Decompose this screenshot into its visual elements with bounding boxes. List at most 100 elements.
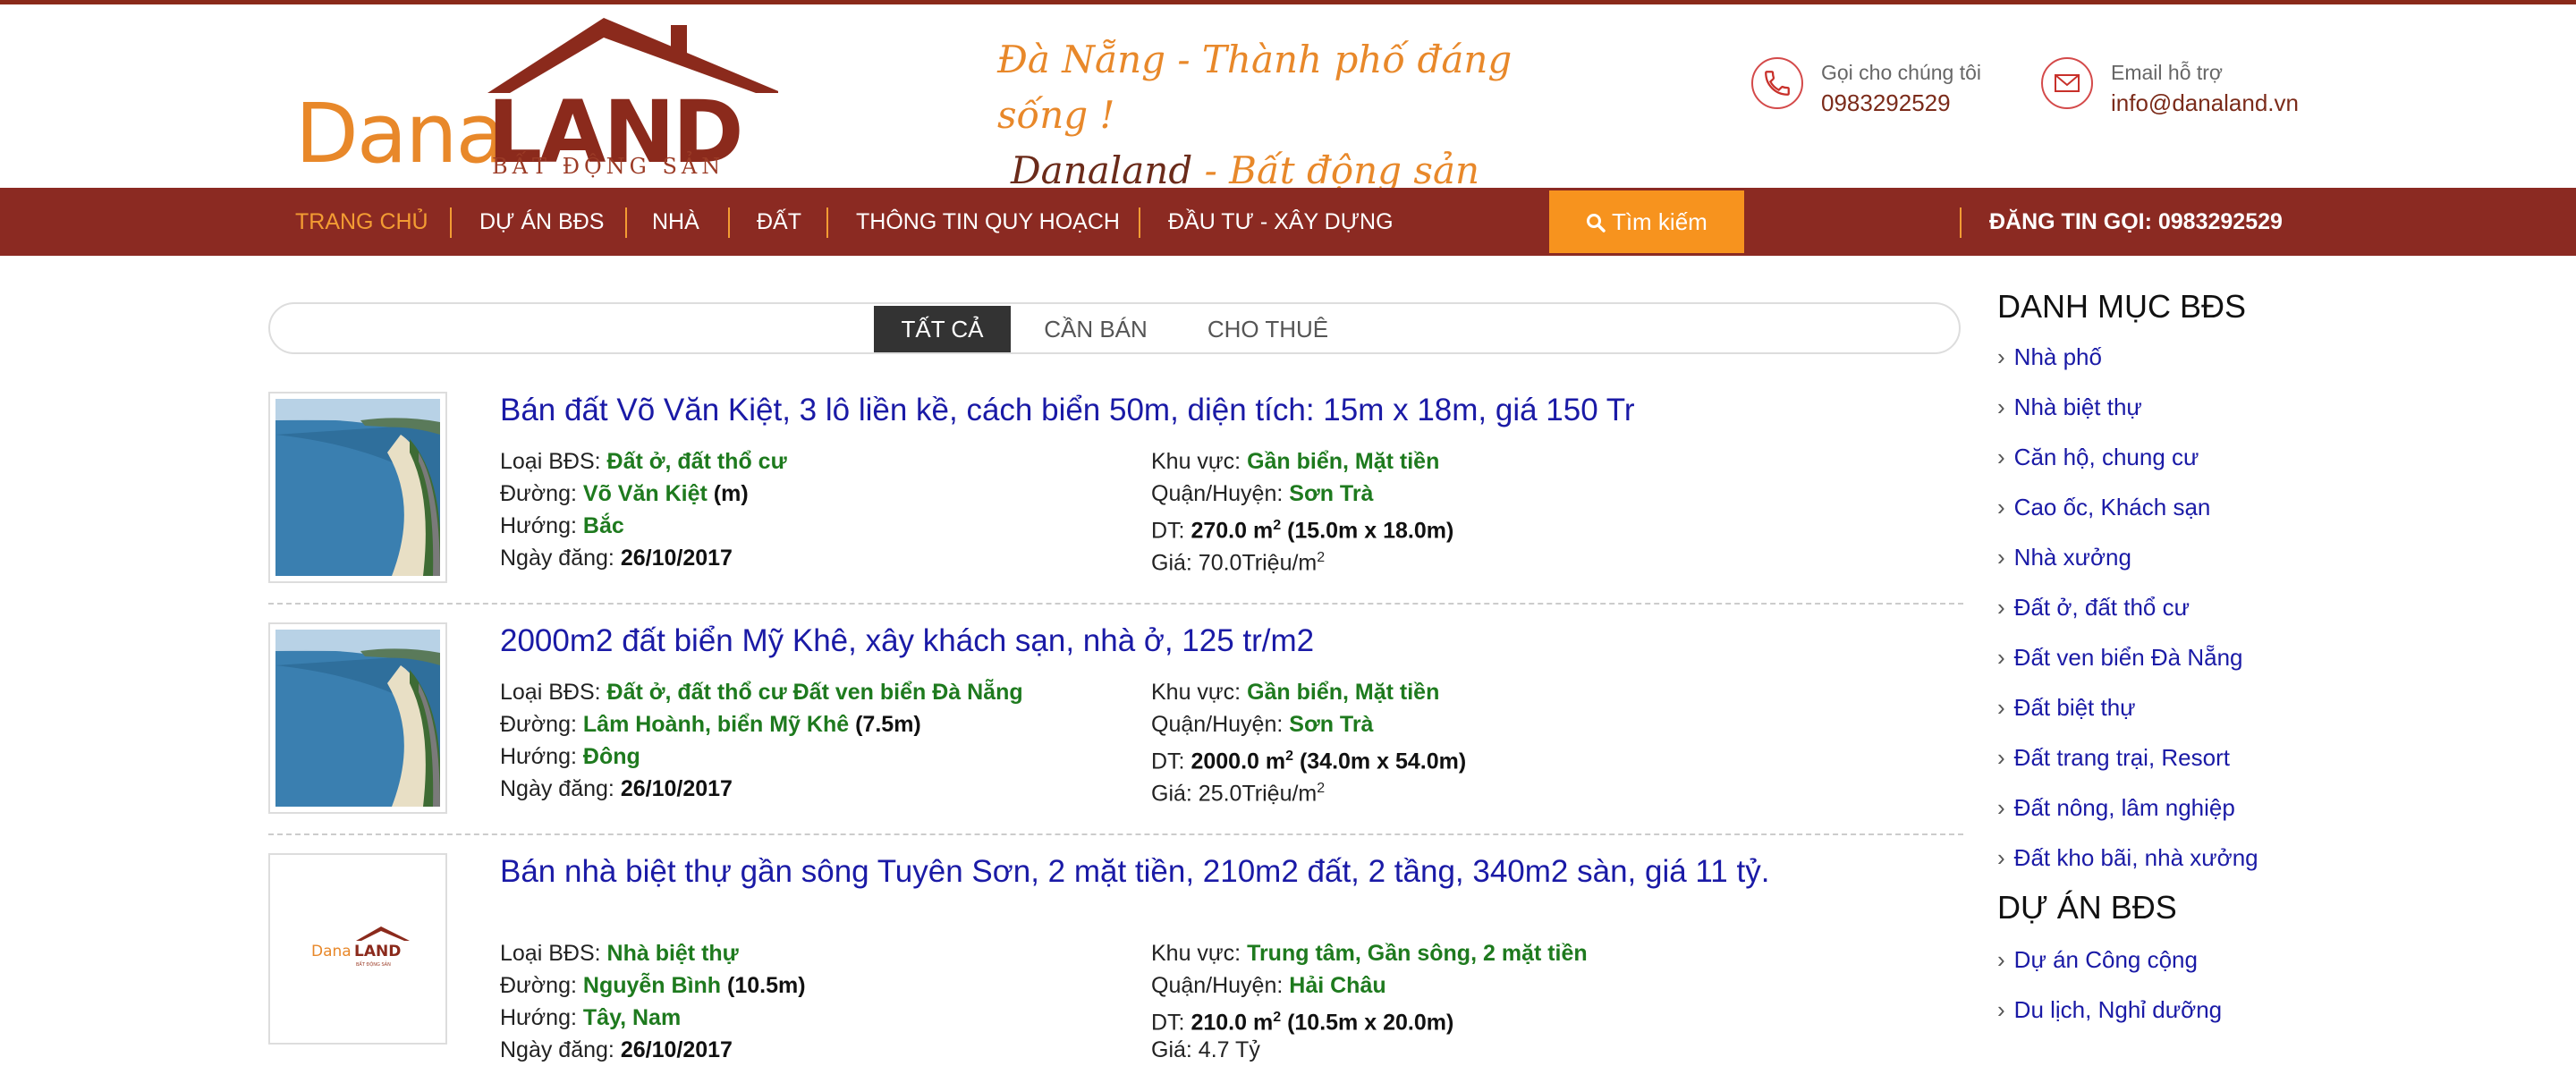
chevron-right-icon: › bbox=[1997, 946, 2005, 973]
sidebar-category-link[interactable]: › Nhà phố bbox=[1997, 343, 2102, 371]
street-label: Đường: bbox=[500, 973, 583, 998]
chevron-right-icon: › bbox=[1997, 343, 2005, 370]
district-value: Sơn Trà bbox=[1289, 481, 1374, 506]
sidebar-project-link[interactable]: › Dự án Công cộng bbox=[1997, 946, 2198, 974]
post-date: 26/10/2017 bbox=[620, 776, 733, 801]
tab-for-sale[interactable]: CẦN BÁN bbox=[1029, 306, 1163, 352]
listing-divider bbox=[268, 833, 1963, 835]
region-value: Trung tâm, Gần sông, 2 mặt tiền bbox=[1247, 941, 1588, 966]
type-label: Loại BĐS: bbox=[500, 680, 607, 705]
nav-item-projects[interactable]: DỰ ÁN BĐS bbox=[479, 188, 604, 256]
search-button[interactable]: Tìm kiếm bbox=[1549, 190, 1744, 253]
dimensions-value: (15.0m x 18.0m) bbox=[1287, 518, 1454, 544]
date-label: Ngày đăng: bbox=[500, 546, 621, 571]
size-label: DT: bbox=[1151, 749, 1191, 774]
search-icon bbox=[1586, 208, 1612, 235]
chevron-right-icon: › bbox=[1997, 794, 2005, 821]
sidebar-category-link[interactable]: › Nhà biệt thự bbox=[1997, 393, 2142, 421]
sidebar-category-label: Căn hộ, chung cư bbox=[2013, 444, 2199, 470]
listing-field: Đường: Nguyễn Bình (10.5m) bbox=[500, 969, 806, 1002]
price-label: Giá: bbox=[1151, 550, 1199, 576]
nav-separator bbox=[1139, 207, 1140, 238]
listing-title[interactable]: Bán nhà biệt thự gần sông Tuyên Sơn, 2 m… bbox=[500, 853, 1833, 891]
projects-heading: DỰ ÁN BĐS bbox=[1997, 889, 2177, 926]
nav-separator bbox=[625, 207, 627, 238]
street-width: (7.5m) bbox=[855, 712, 921, 737]
nav-item-houses[interactable]: NHÀ bbox=[652, 188, 699, 256]
sidebar-project-link[interactable]: › Du lịch, Nghỉ dưỡng bbox=[1997, 996, 2222, 1024]
chevron-right-icon: › bbox=[1997, 544, 2005, 571]
date-label: Ngày đăng: bbox=[500, 1037, 621, 1062]
area-value: 2000.0 m bbox=[1191, 749, 1286, 774]
sidebar-category-label: Đất biệt thự bbox=[2013, 694, 2136, 721]
superscript: 2 bbox=[1317, 550, 1326, 565]
sidebar-category-label: Đất trang trại, Resort bbox=[2013, 744, 2230, 771]
listing-title[interactable]: Bán đất Võ Văn Kiệt, 3 lô liền kề, cách … bbox=[500, 392, 1833, 429]
region-label: Khu vực: bbox=[1151, 941, 1248, 966]
chevron-right-icon: › bbox=[1997, 644, 2005, 671]
area-value: 270.0 m bbox=[1191, 518, 1274, 544]
type-label: Loại BĐS: bbox=[500, 941, 607, 966]
nav-item-home[interactable]: TRANG CHỦ bbox=[295, 188, 428, 256]
listing-field: Ngày đăng: 26/10/2017 bbox=[500, 773, 733, 805]
nav-item-investment[interactable]: ĐẦU TƯ - XÂY DỰNG bbox=[1168, 188, 1394, 256]
direction-label: Hướng: bbox=[500, 513, 583, 538]
tab-all[interactable]: TẤT CẢ bbox=[874, 306, 1011, 352]
size-label: DT: bbox=[1151, 518, 1191, 544]
sidebar-project-label: Du lịch, Nghỉ dưỡng bbox=[2013, 996, 2223, 1023]
slogan-brand: Danaland bbox=[1011, 148, 1193, 192]
nav-separator bbox=[450, 207, 452, 238]
sidebar-category-link[interactable]: › Cao ốc, Khách sạn bbox=[1997, 494, 2210, 521]
nav-separator bbox=[728, 207, 730, 238]
sidebar-category-link[interactable]: › Đất biệt thự bbox=[1997, 694, 2136, 722]
district-label: Quận/Huyện: bbox=[1151, 712, 1290, 737]
sidebar-category-link[interactable]: › Nhà xưởng bbox=[1997, 544, 2131, 571]
post-date: 26/10/2017 bbox=[620, 1037, 733, 1062]
chevron-right-icon: › bbox=[1997, 744, 2005, 771]
top-accent-line bbox=[0, 0, 2576, 4]
street-name: Võ Văn Kiệt bbox=[582, 481, 708, 506]
chevron-right-icon: › bbox=[1997, 844, 2005, 871]
phone-label: Gọi cho chúng tôi bbox=[1821, 61, 1982, 84]
listing-title[interactable]: 2000m2 đất biển Mỹ Khê, xây khách sạn, n… bbox=[500, 622, 1833, 660]
chevron-right-icon: › bbox=[1997, 393, 2005, 420]
site-logo[interactable]: Dana LAND BẤT ĐỘNG SẢN bbox=[295, 13, 778, 182]
search-button-label: Tìm kiếm bbox=[1611, 208, 1707, 235]
sidebar-category-link[interactable]: › Đất ở, đất thổ cư bbox=[1997, 594, 2190, 622]
chevron-right-icon: › bbox=[1997, 594, 2005, 621]
sidebar-category-link[interactable]: › Đất ven biển Đà Nẵng bbox=[1997, 644, 2243, 672]
sidebar-category-link[interactable]: › Đất nông, lâm nghiệp bbox=[1997, 794, 2235, 822]
nav-item-planning[interactable]: THÔNG TIN QUY HOẠCH bbox=[856, 188, 1120, 256]
area-value: 210.0 m bbox=[1191, 1010, 1274, 1036]
phone-number[interactable]: 0983292529 bbox=[1821, 89, 1951, 117]
sidebar-category-link[interactable]: › Đất kho bãi, nhà xưởng bbox=[1997, 844, 2258, 872]
nav-item-land[interactable]: ĐẤT bbox=[757, 188, 801, 256]
categories-heading: DANH MỤC BĐS bbox=[1997, 288, 2247, 325]
nav-hotline[interactable]: ĐĂNG TIN GỌI: 0983292529 bbox=[1989, 188, 2283, 256]
sidebar-category-link[interactable]: › Đất trang trại, Resort bbox=[1997, 744, 2230, 772]
street-name: Lâm Hoành, biển Mỹ Khê bbox=[582, 712, 850, 737]
district-value: Sơn Trà bbox=[1289, 712, 1374, 737]
sidebar-category-label: Đất ở, đất thổ cư bbox=[2013, 594, 2190, 621]
superscript: 2 bbox=[1317, 781, 1326, 796]
listing-field: Khu vực: Trung tâm, Gần sông, 2 mặt tiền bbox=[1151, 937, 1588, 969]
property-type: Nhà biệt thự bbox=[606, 941, 739, 966]
listing-thumbnail[interactable] bbox=[268, 622, 447, 814]
tab-for-rent[interactable]: CHO THUÊ bbox=[1190, 306, 1346, 352]
phone-icon bbox=[1751, 57, 1803, 109]
listing-field: Quận/Huyện: Sơn Trà bbox=[1151, 708, 1373, 740]
listing-field: Quận/Huyện: Hải Châu bbox=[1151, 969, 1386, 1002]
date-label: Ngày đăng: bbox=[500, 776, 621, 801]
sidebar-category-link[interactable]: › Căn hộ, chung cư bbox=[1997, 444, 2199, 471]
logo-text-dana: Dana bbox=[295, 86, 506, 182]
listing-thumbnail[interactable]: Dana LAND BẤT ĐỘNG SẢN bbox=[268, 853, 447, 1045]
listing-thumbnail[interactable] bbox=[268, 392, 447, 583]
post-date: 26/10/2017 bbox=[620, 546, 733, 571]
svg-text:LAND: LAND bbox=[354, 943, 401, 960]
district-label: Quận/Huyện: bbox=[1151, 481, 1290, 506]
email-address[interactable]: info@danaland.vn bbox=[2111, 89, 2299, 117]
listing-field: Quận/Huyện: Sơn Trà bbox=[1151, 478, 1373, 510]
listing-field: Ngày đăng: 26/10/2017 bbox=[500, 1034, 733, 1066]
street-width: (10.5m) bbox=[727, 973, 806, 998]
listing-field: Khu vực: Gần biển, Mặt tiền bbox=[1151, 445, 1439, 478]
